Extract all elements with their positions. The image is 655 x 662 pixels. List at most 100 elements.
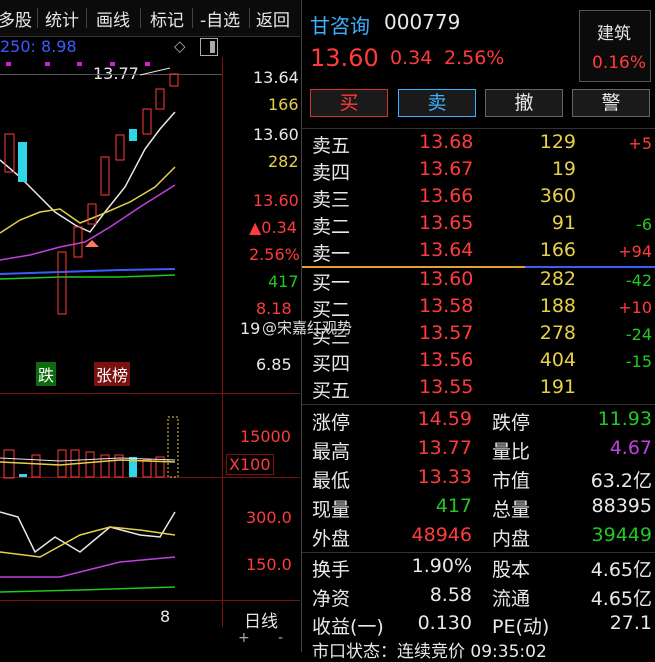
ask-delta: +5 [628,134,652,153]
bid-row[interactable]: 买一 13.60 282 -42 [302,268,655,295]
bid-delta: +10 [618,298,652,317]
stat-row: 外盘 48946 内盘 39449 [302,524,655,553]
stat-value: 1.90% [411,555,472,577]
bid-price: 13.60 [419,268,474,290]
zoom-in-button[interactable]: + [238,630,250,646]
stat-row: 净资 8.58 流通 4.65亿 [302,584,655,613]
sector-box[interactable]: 建筑 0.16% [579,10,651,82]
axis-volume-scale: X100 [226,454,274,475]
bid-label: 买四 [312,353,351,375]
menu-watchlist[interactable]: -自选 [200,6,240,31]
indicator-line [0,586,176,593]
bid-delta: -24 [625,325,652,344]
ask-volume: 19 [551,158,576,180]
bid-label: 买一 [312,272,351,294]
bid-row[interactable]: 买三 13.57 278 -24 [302,322,655,349]
stat-value: 417 [435,495,472,517]
buy-button[interactable]: 买 [310,89,388,117]
stat-label: 收益(一) [312,616,384,638]
axis-price: 13.60 [253,125,299,144]
divider [302,404,655,405]
menu-back[interactable]: 返回 [256,6,290,31]
bid-volume: 188 [539,295,576,317]
zoom-out-button[interactable]: - [278,630,283,646]
bid-price: 13.58 [419,295,474,317]
candle-up [155,88,165,110]
stat-label: 跌停 [492,412,531,434]
candle-down [129,129,137,141]
market-status-footer: 市口状态：连续竞价 09:35:02 [312,642,547,662]
axis-change: ▲0.34 [249,218,297,237]
ask-row[interactable]: 卖二 13.65 91 -6 [302,212,655,239]
candle-up [169,73,179,87]
ask-row[interactable]: 卖五 13.68 129 +5 [302,131,655,158]
kline-chart-panel[interactable]: 250: 8.98 ◇ 13.77 13.64 166 13.60 282 13… [0,37,300,652]
top-menu-bar: 多股 统计 画线 标记 -自选 返回 [0,0,300,37]
candle-up [73,226,83,258]
bid-price: 13.55 [419,376,474,398]
sector-name: 建筑 [597,24,631,44]
candle-up [100,156,110,196]
x-axis-label: 8 [160,607,171,626]
menu-multi-stock[interactable]: 多股 [0,6,32,31]
stat-value: 4.65亿 [590,588,652,610]
menu-statistics[interactable]: 统计 [45,6,79,31]
stat-label: 净资 [312,588,351,610]
ask-volume: 91 [551,212,576,234]
ask-price: 13.67 [419,158,474,180]
ask-price: 13.68 [419,131,474,153]
bid-volume: 282 [539,268,576,290]
candle-up [57,251,67,315]
ask-price: 13.64 [419,239,474,261]
stat-row: 换手 1.90% 股本 4.65亿 [302,555,655,584]
stock-code: 000779 [384,10,461,34]
axis-price: 8.18 [256,299,292,318]
ma120-line [0,274,176,280]
stat-label: 最低 [312,470,351,492]
ask-volume: 129 [539,131,576,153]
stat-label: 换手 [312,559,351,581]
watermark-text: @宋嘉红观势 [262,319,353,337]
ask-row[interactable]: 卖三 13.66 360 [302,185,655,212]
alert-button[interactable]: 警 [572,89,650,117]
bid-row[interactable]: 买四 13.56 404 -15 [302,349,655,376]
divider [302,552,655,553]
tag-zhangbang[interactable]: 张榜 [94,362,131,386]
ask-row[interactable]: 卖四 13.67 19 [302,158,655,185]
menu-separator [86,8,87,28]
bid-row[interactable]: 买二 13.58 188 +10 [302,295,655,322]
volume-bars [3,416,179,479]
stat-label: 量比 [492,441,531,463]
stat-value: 8.58 [429,584,472,606]
stat-value: 4.65亿 [590,559,652,581]
menu-separator [37,8,38,28]
vol-ma-line [0,459,176,466]
sell-button[interactable]: 卖 [398,89,476,117]
tag-die[interactable]: 跌 [36,362,57,386]
stat-label: 市值 [492,470,531,492]
bid-row[interactable]: 买五 13.55 191 [302,376,655,403]
pane-divider [0,600,300,601]
quote-panel: 甘咨询 000779 13.60 0.34 2.56% 建筑 0.16% 买 卖… [301,0,655,662]
ask-label: 卖三 [312,189,351,211]
stat-row: 涨停 14.59 跌停 11.93 [302,408,655,437]
menu-draw-line[interactable]: 画线 [96,6,130,31]
axis-price: 19 [240,319,261,338]
stat-label: 现量 [312,499,351,521]
ask-row[interactable]: 卖一 13.64 166 +94 [302,239,655,266]
high-arrow [139,67,171,76]
stat-row: 现量 417 总量 88395 [302,495,655,524]
axis-price: 13.64 [253,68,299,87]
menu-mark[interactable]: 标记 [150,6,184,31]
stat-row: 最低 13.33 市值 63.2亿 [302,466,655,495]
stat-label: 内盘 [492,528,531,550]
stat-value: 13.33 [417,466,472,488]
period-selector[interactable]: 日线 [244,607,278,632]
stat-label: 流通 [492,588,531,610]
stat-label: 涨停 [312,412,351,434]
stat-value: 88395 [591,495,652,517]
stock-name[interactable]: 甘咨询 [310,10,370,39]
ask-delta: -6 [636,215,652,234]
stat-label: 外盘 [312,528,351,550]
cancel-order-button[interactable]: 撤 [485,89,563,117]
